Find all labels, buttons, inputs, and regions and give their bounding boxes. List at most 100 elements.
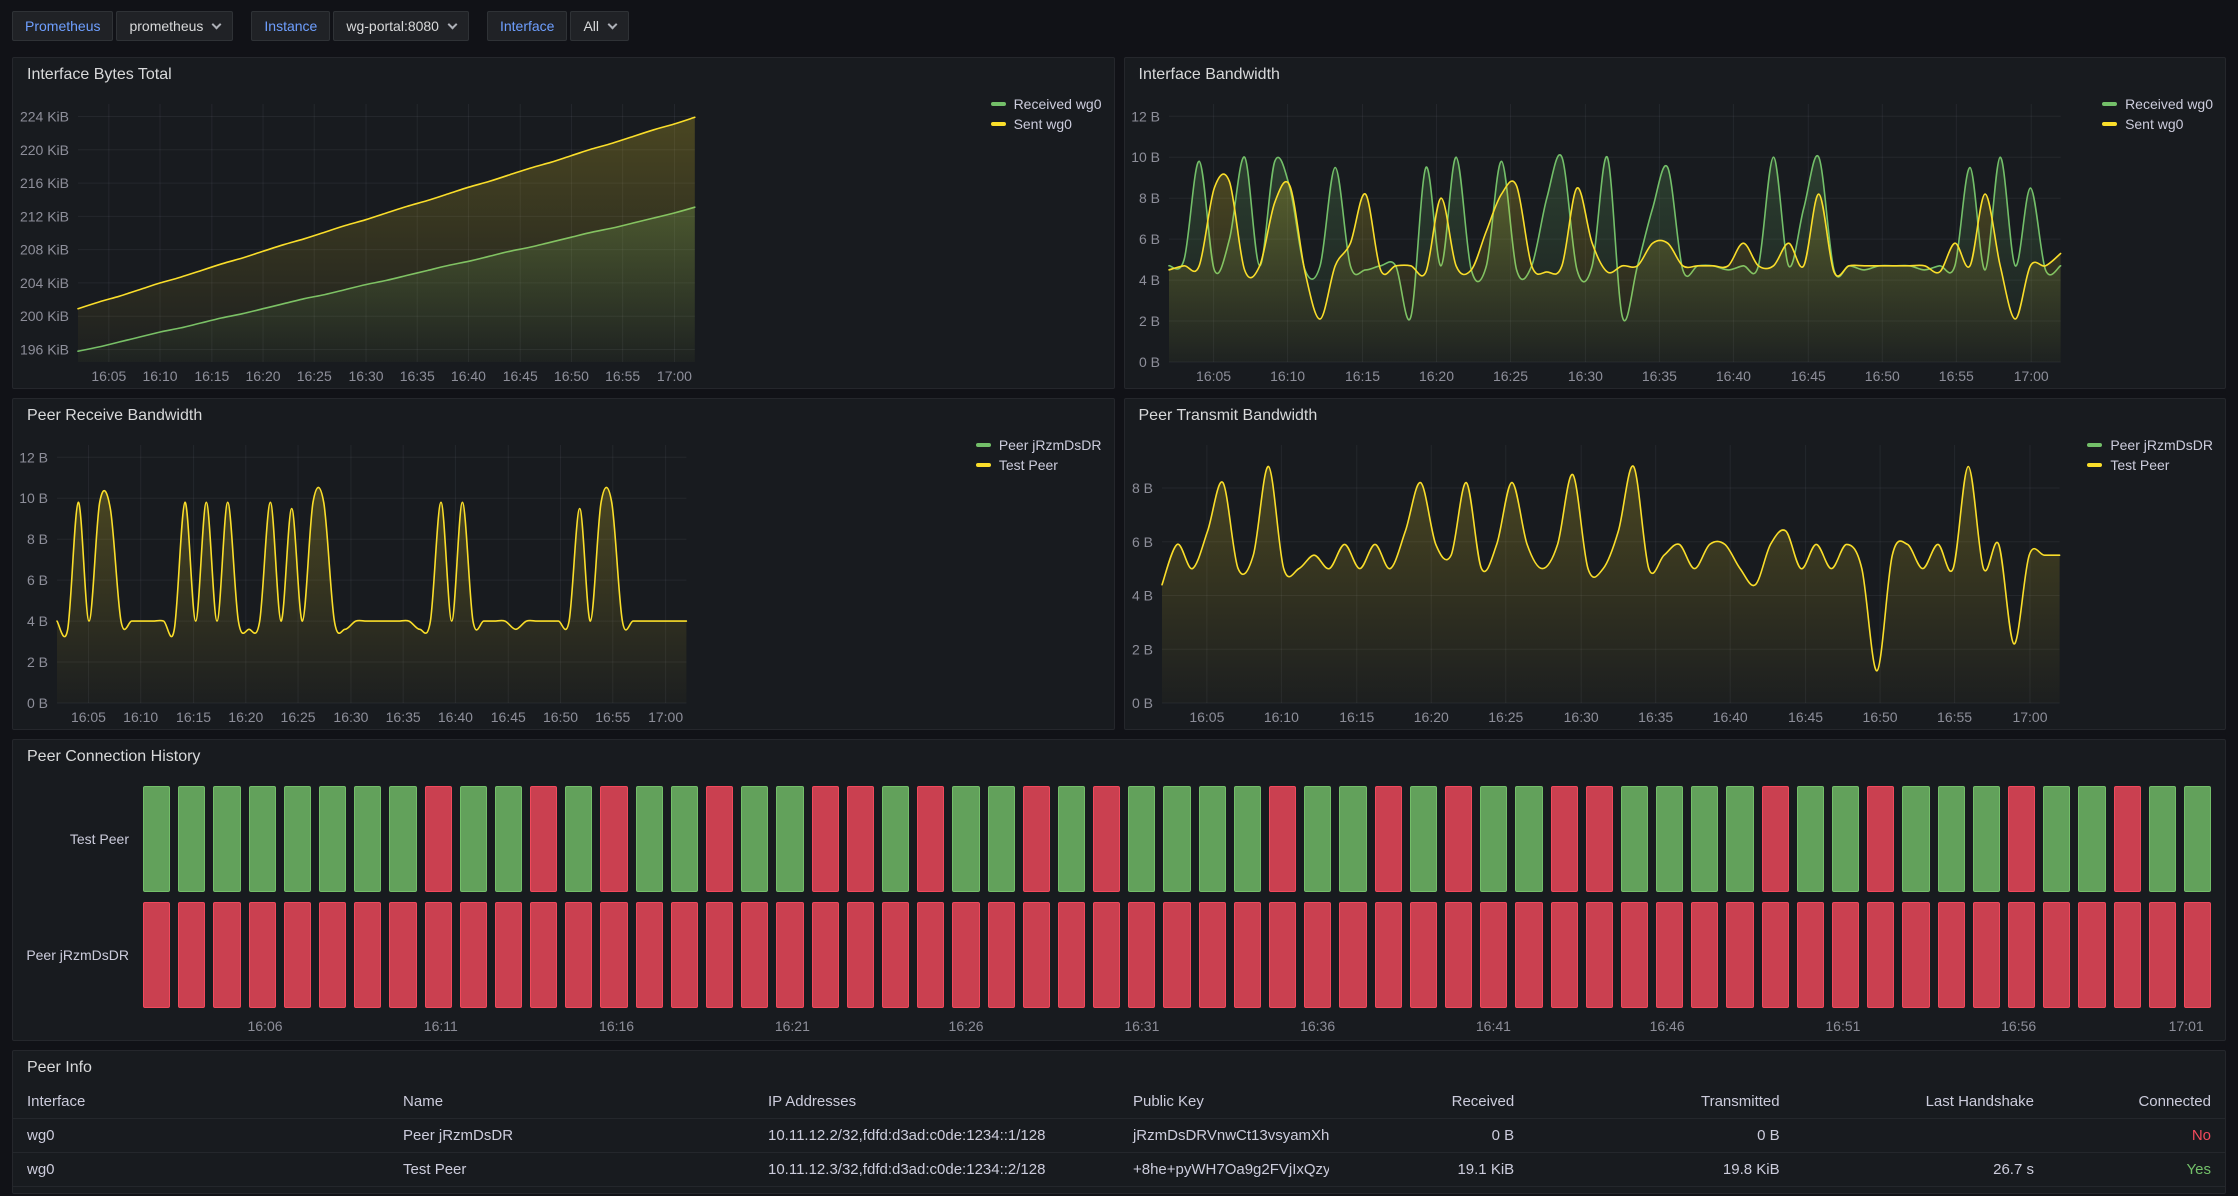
status-bar-disconnected[interactable] xyxy=(952,902,979,1008)
legend-item[interactable]: Received wg0 xyxy=(991,96,1102,112)
status-bar-disconnected[interactable] xyxy=(143,902,170,1008)
status-bar-disconnected[interactable] xyxy=(1128,902,1155,1008)
status-bar-connected[interactable] xyxy=(249,786,276,892)
status-bar-disconnected[interactable] xyxy=(425,786,452,892)
status-bar-disconnected[interactable] xyxy=(847,786,874,892)
status-bar-disconnected[interactable] xyxy=(1375,902,1402,1008)
interface-bandwidth-plot[interactable]: 0 B2 B4 B6 B8 B10 B12 B16:0516:1016:1516… xyxy=(1125,92,2226,388)
status-bar-disconnected[interactable] xyxy=(600,902,627,1008)
peer-transmit-bandwidth-chart[interactable]: 0 B2 B4 B6 B8 B16:0516:1016:1516:2016:25… xyxy=(1125,433,2226,729)
column-header-name[interactable]: Name xyxy=(389,1085,754,1119)
legend-item[interactable]: Peer jRzmDsDR xyxy=(2087,437,2213,453)
status-bar-connected[interactable] xyxy=(882,786,909,892)
status-bar-disconnected[interactable] xyxy=(1234,902,1261,1008)
status-bar-disconnected[interactable] xyxy=(1867,902,1894,1008)
status-bar-disconnected[interactable] xyxy=(213,902,240,1008)
status-bar-disconnected[interactable] xyxy=(847,902,874,1008)
status-bar-disconnected[interactable] xyxy=(1938,902,1965,1008)
status-bar-disconnected[interactable] xyxy=(1023,902,1050,1008)
status-bar-disconnected[interactable] xyxy=(1691,902,1718,1008)
status-bar-disconnected[interactable] xyxy=(636,902,663,1008)
legend-item[interactable]: Sent wg0 xyxy=(2102,116,2213,132)
status-bar-connected[interactable] xyxy=(2149,786,2176,892)
peer-receive-bandwidth-plot[interactable]: 0 B2 B4 B6 B8 B10 B12 B16:0516:1016:1516… xyxy=(13,433,1114,729)
status-bar-connected[interactable] xyxy=(1199,786,1226,892)
status-bar-disconnected[interactable] xyxy=(1797,902,1824,1008)
status-bar-connected[interactable] xyxy=(2184,786,2211,892)
status-bar-disconnected[interactable] xyxy=(1480,902,1507,1008)
status-bar-disconnected[interactable] xyxy=(1339,902,1366,1008)
status-bar-connected[interactable] xyxy=(213,786,240,892)
panel-title[interactable]: Interface Bytes Total xyxy=(13,58,1114,92)
status-bar-connected[interactable] xyxy=(1515,786,1542,892)
status-bar-connected[interactable] xyxy=(1832,786,1859,892)
status-bar-connected[interactable] xyxy=(1058,786,1085,892)
status-bar-disconnected[interactable] xyxy=(2008,786,2035,892)
status-bar-disconnected[interactable] xyxy=(460,902,487,1008)
status-bar-connected[interactable] xyxy=(1304,786,1331,892)
status-bar-disconnected[interactable] xyxy=(1445,786,1472,892)
status-bar-disconnected[interactable] xyxy=(1726,902,1753,1008)
status-bar-disconnected[interactable] xyxy=(1269,902,1296,1008)
status-bar-connected[interactable] xyxy=(389,786,416,892)
panel-title[interactable]: Peer Info xyxy=(13,1051,2225,1085)
status-bar-disconnected[interactable] xyxy=(1551,786,1578,892)
status-bar-disconnected[interactable] xyxy=(1445,902,1472,1008)
column-header-connected[interactable]: Connected xyxy=(2048,1085,2225,1119)
legend-item[interactable]: Test Peer xyxy=(2087,457,2213,473)
status-bar-disconnected[interactable] xyxy=(671,902,698,1008)
status-bar-connected[interactable] xyxy=(1339,786,1366,892)
column-header-last-handshake[interactable]: Last Handshake xyxy=(1794,1085,2048,1119)
status-bar-disconnected[interactable] xyxy=(706,786,733,892)
status-bar-disconnected[interactable] xyxy=(917,902,944,1008)
column-header-transmitted[interactable]: Transmitted xyxy=(1528,1085,1793,1119)
legend-item[interactable]: Sent wg0 xyxy=(991,116,1102,132)
interface-bytes-total-chart[interactable]: 196 KiB200 KiB204 KiB208 KiB212 KiB216 K… xyxy=(13,92,1114,388)
status-bar-disconnected[interactable] xyxy=(354,902,381,1008)
status-bar-connected[interactable] xyxy=(1691,786,1718,892)
status-bar-connected[interactable] xyxy=(1902,786,1929,892)
status-bar-connected[interactable] xyxy=(636,786,663,892)
status-bar-disconnected[interactable] xyxy=(706,902,733,1008)
status-bar-connected[interactable] xyxy=(952,786,979,892)
status-bar-connected[interactable] xyxy=(1480,786,1507,892)
status-bar-disconnected[interactable] xyxy=(1093,902,1120,1008)
panel-title[interactable]: Peer Connection History xyxy=(13,740,2225,774)
status-history-plot[interactable]: Test PeerPeer jRzmDsDR 16:0616:1116:1616… xyxy=(13,774,2225,1038)
status-bar-disconnected[interactable] xyxy=(530,786,557,892)
status-bar-connected[interactable] xyxy=(354,786,381,892)
status-bar-disconnected[interactable] xyxy=(917,786,944,892)
status-bar-disconnected[interactable] xyxy=(2078,902,2105,1008)
status-bar-disconnected[interactable] xyxy=(600,786,627,892)
status-bar-disconnected[interactable] xyxy=(178,902,205,1008)
status-bar-disconnected[interactable] xyxy=(425,902,452,1008)
status-bar-connected[interactable] xyxy=(495,786,522,892)
legend-item[interactable]: Received wg0 xyxy=(2102,96,2213,112)
status-bar-disconnected[interactable] xyxy=(812,902,839,1008)
status-bar-disconnected[interactable] xyxy=(1515,902,1542,1008)
status-bar-disconnected[interactable] xyxy=(1762,786,1789,892)
status-bar-disconnected[interactable] xyxy=(988,902,1015,1008)
status-bar-disconnected[interactable] xyxy=(1375,786,1402,892)
status-bar-connected[interactable] xyxy=(776,786,803,892)
status-bar-disconnected[interactable] xyxy=(1163,902,1190,1008)
status-bar-connected[interactable] xyxy=(2043,786,2070,892)
status-bar-connected[interactable] xyxy=(565,786,592,892)
interface-bytes-total-plot[interactable]: 196 KiB200 KiB204 KiB208 KiB212 KiB216 K… xyxy=(13,92,1114,388)
status-bar-connected[interactable] xyxy=(1128,786,1155,892)
status-bar-disconnected[interactable] xyxy=(319,902,346,1008)
status-bar-disconnected[interactable] xyxy=(1586,786,1613,892)
column-header-public-key[interactable]: Public Key xyxy=(1119,1085,1329,1119)
status-bar-disconnected[interactable] xyxy=(1621,902,1648,1008)
status-bar-disconnected[interactable] xyxy=(1867,786,1894,892)
status-bar-disconnected[interactable] xyxy=(1199,902,1226,1008)
panel-title[interactable]: Interface Bandwidth xyxy=(1125,58,2226,92)
status-bar-disconnected[interactable] xyxy=(1058,902,1085,1008)
status-bar-connected[interactable] xyxy=(671,786,698,892)
interface-bandwidth-chart[interactable]: 0 B2 B4 B6 B8 B10 B12 B16:0516:1016:1516… xyxy=(1125,92,2226,388)
status-bar-disconnected[interactable] xyxy=(2043,902,2070,1008)
panel-title[interactable]: Peer Receive Bandwidth xyxy=(13,399,1114,433)
status-bar-disconnected[interactable] xyxy=(1304,902,1331,1008)
status-bar-disconnected[interactable] xyxy=(1832,902,1859,1008)
status-bar-disconnected[interactable] xyxy=(565,902,592,1008)
